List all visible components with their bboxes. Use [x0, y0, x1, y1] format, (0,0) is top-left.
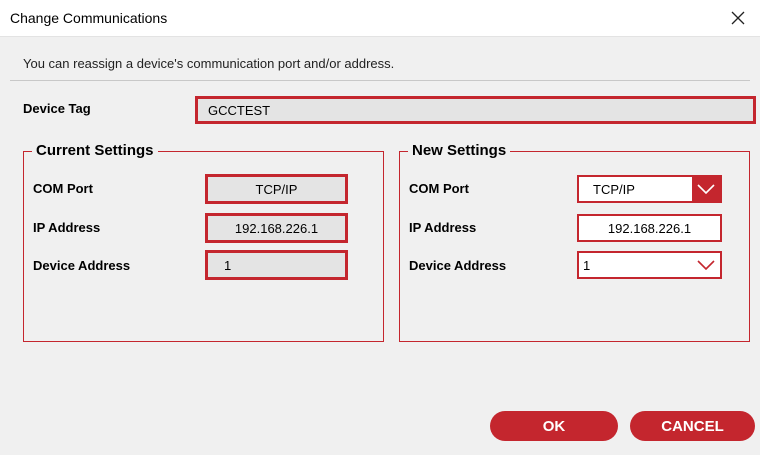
current-device-address-field: 1 — [205, 250, 348, 280]
chevron-down-icon — [697, 184, 715, 194]
current-ip-field: 192.168.226.1 — [205, 213, 348, 243]
current-device-address-value: 1 — [224, 257, 232, 273]
new-com-port-value: TCP/IP — [593, 181, 635, 197]
chevron-down-icon — [697, 260, 715, 270]
new-ip-value: 192.168.226.1 — [607, 220, 692, 236]
current-settings-title: Current Settings — [32, 142, 158, 160]
device-tag-field: GCCTEST — [195, 96, 756, 124]
ok-button[interactable]: OK — [490, 411, 618, 441]
intro-text: You can reassign a device's communicatio… — [23, 56, 395, 71]
new-device-address-value: 1 — [583, 257, 591, 273]
current-com-port-label: COM Port — [33, 181, 93, 196]
new-device-address-label: Device Address — [409, 258, 507, 273]
divider — [10, 80, 750, 81]
title-bar: Change Communications — [0, 0, 760, 37]
new-device-address-dropdown-button[interactable] — [692, 253, 720, 277]
new-com-port-dropdown-button[interactable] — [692, 177, 720, 201]
cancel-button[interactable]: CANCEL — [630, 411, 755, 441]
device-tag-label: Device Tag — [23, 101, 91, 116]
device-tag-value: GCCTEST — [208, 102, 271, 118]
current-ip-value: 192.168.226.1 — [234, 220, 319, 236]
new-ip-input[interactable]: 192.168.226.1 — [577, 214, 722, 242]
new-device-address-select[interactable]: 1 — [577, 251, 722, 279]
new-ip-label: IP Address — [409, 220, 477, 235]
close-icon — [731, 11, 745, 25]
new-com-port-label: COM Port — [409, 181, 469, 196]
new-settings-title: New Settings — [408, 142, 511, 160]
current-device-address-label: Device Address — [33, 258, 131, 273]
close-button[interactable] — [716, 0, 760, 36]
current-ip-label: IP Address — [33, 220, 101, 235]
current-com-port-value: TCP/IP — [255, 181, 298, 197]
new-com-port-select[interactable]: TCP/IP — [577, 175, 722, 203]
window-title: Change Communications — [10, 10, 168, 26]
current-com-port-field: TCP/IP — [205, 174, 348, 204]
